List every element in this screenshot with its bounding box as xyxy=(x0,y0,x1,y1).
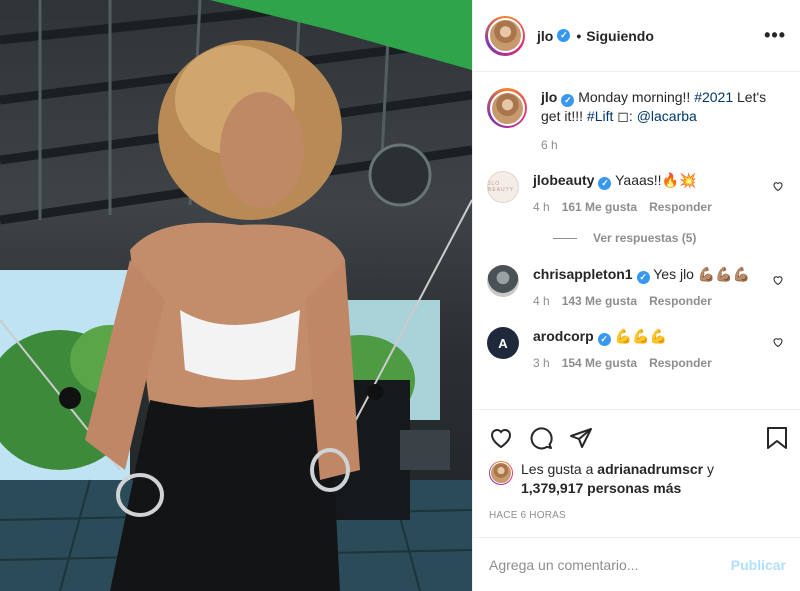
author-avatar[interactable] xyxy=(485,15,525,56)
caption-time[interactable]: 6 h xyxy=(541,136,558,155)
post-photo-illustration xyxy=(0,0,472,591)
commenter-username[interactable]: arodcorp xyxy=(533,328,594,344)
likes-suffix: y xyxy=(703,461,714,477)
liker-avatar[interactable] xyxy=(489,461,513,485)
view-replies-button[interactable]: Ver respuestas (5) xyxy=(553,231,784,245)
bookmark-icon[interactable] xyxy=(766,426,788,450)
post-photo[interactable] xyxy=(0,0,472,591)
author-username[interactable]: jlo xyxy=(537,28,553,44)
comments-list[interactable]: jlo ✓ Monday morning!! #2021 Let's get it… xyxy=(473,72,800,409)
comment-row: chrisappleton1 ✓ Yes jlo 💪🏽💪🏽💪🏽 4 h 143 M… xyxy=(487,265,784,311)
caption-username[interactable]: jlo xyxy=(541,89,557,105)
verified-icon: ✓ xyxy=(561,94,575,107)
comment-time[interactable]: 3 h xyxy=(533,354,550,373)
comment-input[interactable] xyxy=(489,556,731,573)
reply-button[interactable]: Responder xyxy=(649,354,712,373)
comment-heart-icon[interactable] xyxy=(772,336,784,348)
hashtag-lift[interactable]: #Lift xyxy=(587,108,613,124)
replies-divider xyxy=(553,237,577,239)
share-icon[interactable] xyxy=(569,426,593,450)
commenter-avatar[interactable]: JLO BEAUTY xyxy=(487,171,519,203)
verified-icon: ✓ xyxy=(557,29,571,42)
verified-icon: ✓ xyxy=(597,333,611,346)
caption-avatar[interactable] xyxy=(487,88,527,128)
camera-icon: ◻: xyxy=(613,108,637,124)
comment-text: Yaaas!!🔥💥 xyxy=(615,172,697,188)
commenter-username[interactable]: jlobeauty xyxy=(533,172,594,188)
comment-row: A arodcorp ✓ 💪💪💪 3 h 154 Me gusta Respond… xyxy=(487,327,784,373)
reply-button[interactable]: Responder xyxy=(649,198,712,217)
commenter-avatar[interactable]: A xyxy=(487,327,519,359)
action-bar xyxy=(489,418,788,458)
hashtag-2021[interactable]: #2021 xyxy=(694,89,733,105)
separator-dot: • xyxy=(576,27,582,44)
follow-button[interactable]: Siguiendo xyxy=(586,28,654,44)
comment-text: 💪💪💪 xyxy=(614,328,667,344)
commenter-avatar[interactable] xyxy=(487,265,519,297)
comment-time[interactable]: 4 h xyxy=(533,292,550,311)
reply-button[interactable]: Responder xyxy=(649,292,712,311)
add-comment-bar: Publicar xyxy=(473,537,800,591)
comment-heart-icon[interactable] xyxy=(772,180,784,192)
comment-icon[interactable] xyxy=(529,426,553,450)
post-panel: jlo ✓ • Siguiendo ••• jlo ✓ Monday mornin… xyxy=(472,0,800,591)
comment-likes[interactable]: 161 Me gusta xyxy=(562,198,637,217)
post-header: jlo ✓ • Siguiendo ••• xyxy=(473,0,800,72)
commenter-username[interactable]: chrisappleton1 xyxy=(533,266,633,282)
caption: jlo ✓ Monday morning!! #2021 Let's get it… xyxy=(487,88,784,155)
publish-button[interactable]: Publicar xyxy=(731,557,786,573)
likes-count[interactable]: 1,379,917 personas más xyxy=(521,480,681,496)
post-actions: Les gusta a adrianadrumscr y 1,379,917 p… xyxy=(473,409,800,521)
verified-icon: ✓ xyxy=(636,271,650,284)
mention-lacarba[interactable]: @lacarba xyxy=(637,108,697,124)
likes-summary: Les gusta a adrianadrumscr y 1,379,917 p… xyxy=(489,460,788,498)
comment-likes[interactable]: 154 Me gusta xyxy=(562,354,637,373)
verified-icon: ✓ xyxy=(598,177,612,190)
view-replies-label: Ver respuestas (5) xyxy=(593,231,697,245)
likes-prefix: Les gusta a xyxy=(521,461,598,477)
post-time[interactable]: HACE 6 HORAS xyxy=(489,510,788,521)
heart-icon[interactable] xyxy=(489,426,513,450)
liker-username[interactable]: adrianadrumscr xyxy=(597,461,703,477)
comment-text: Yes jlo 💪🏽💪🏽💪🏽 xyxy=(653,266,751,282)
more-options-icon[interactable]: ••• xyxy=(764,25,786,46)
comment-row: JLO BEAUTY jlobeauty ✓ Yaaas!!🔥💥 4 h 161 … xyxy=(487,171,784,217)
caption-text: Monday morning!! xyxy=(578,89,695,105)
comment-time[interactable]: 4 h xyxy=(533,198,550,217)
comment-heart-icon[interactable] xyxy=(772,274,784,286)
comment-likes[interactable]: 143 Me gusta xyxy=(562,292,637,311)
